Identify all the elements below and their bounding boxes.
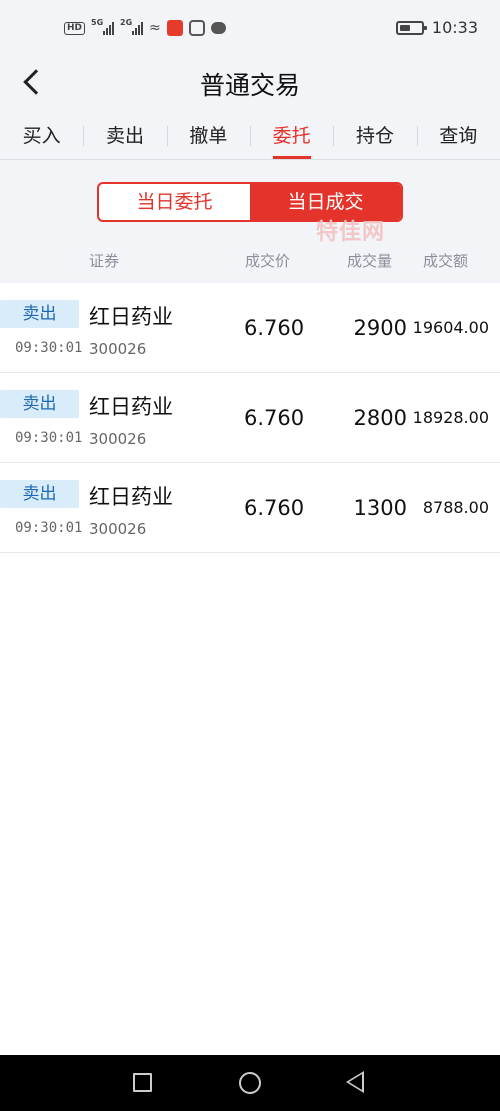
tab-positions[interactable]: 持仓 bbox=[333, 114, 416, 159]
wifi-icon: ≈ bbox=[149, 20, 161, 36]
side-badge: 卖出 bbox=[0, 300, 79, 328]
trade-amount: 19604.00 bbox=[412, 318, 489, 337]
app-notification-icon bbox=[188, 20, 205, 36]
signal-5g-icon: 5G bbox=[91, 18, 115, 35]
status-time: 10:33 bbox=[431, 18, 478, 37]
table-row[interactable]: 卖出 09:30:01 红日药业 300026 6.760 2900 19604… bbox=[0, 283, 500, 373]
table-row[interactable]: 卖出 09:30:01 红日药业 300026 6.760 1300 8788.… bbox=[0, 463, 500, 553]
tab-buy[interactable]: 买入 bbox=[0, 114, 83, 159]
tab-cancel[interactable]: 撤单 bbox=[166, 114, 250, 159]
trade-quantity: 1300 bbox=[353, 496, 407, 520]
status-icons-right: 10:33 bbox=[395, 18, 478, 37]
watermark: 特佳网 bbox=[316, 220, 386, 245]
trade-price: 6.760 bbox=[244, 316, 305, 340]
security-name: 红日药业 bbox=[89, 485, 173, 509]
segment-today-orders[interactable]: 当日委托 bbox=[99, 184, 250, 220]
table-row[interactable]: 卖出 09:30:01 红日药业 300026 6.760 2800 18928… bbox=[0, 373, 500, 463]
status-bar: HD 5G 2G ≈ 10:33 bbox=[0, 14, 500, 48]
column-price: 成交价 bbox=[245, 252, 291, 270]
security-code: 300026 bbox=[89, 430, 147, 448]
stock-app-icon bbox=[166, 20, 183, 36]
signal-2g-icon: 2G bbox=[120, 18, 144, 35]
hd-indicator: HD bbox=[64, 21, 86, 35]
column-quantity: 成交量 bbox=[347, 252, 393, 270]
trade-time: 09:30:01 bbox=[15, 520, 83, 536]
trade-tabs: 买入 卖出 撤单 委托 持仓 查询 bbox=[0, 114, 500, 160]
security-code: 300026 bbox=[89, 340, 147, 358]
trade-quantity: 2800 bbox=[353, 406, 407, 430]
trade-amount: 8788.00 bbox=[422, 498, 489, 517]
trade-price: 6.760 bbox=[244, 406, 305, 430]
security-name: 红日药业 bbox=[89, 395, 173, 419]
tab-sell[interactable]: 卖出 bbox=[83, 114, 166, 159]
triangle-back-icon[interactable] bbox=[346, 1071, 364, 1093]
status-icons-left: HD 5G 2G ≈ bbox=[64, 18, 226, 36]
square-icon[interactable] bbox=[133, 1073, 152, 1092]
security-code: 300026 bbox=[89, 520, 147, 538]
trade-quantity: 2900 bbox=[353, 316, 407, 340]
side-badge: 卖出 bbox=[0, 480, 79, 508]
trade-price: 6.760 bbox=[244, 496, 305, 520]
message-icon bbox=[210, 22, 226, 34]
circle-icon[interactable] bbox=[239, 1072, 261, 1094]
tab-orders[interactable]: 委托 bbox=[249, 114, 333, 159]
system-nav-bar bbox=[0, 1055, 500, 1111]
security-name: 红日药业 bbox=[89, 305, 173, 329]
trade-time: 09:30:01 bbox=[15, 340, 83, 356]
tab-query[interactable]: 查询 bbox=[416, 114, 500, 159]
header: 普通交易 bbox=[0, 58, 500, 108]
column-header: 证券 成交价 成交量 成交额 bbox=[0, 246, 500, 276]
trade-time: 09:30:01 bbox=[15, 430, 83, 446]
trade-amount: 18928.00 bbox=[412, 408, 489, 427]
column-amount: 成交额 bbox=[423, 252, 469, 270]
battery-icon bbox=[395, 20, 427, 35]
column-security: 证券 bbox=[89, 252, 120, 270]
trade-list: 卖出 09:30:01 红日药业 300026 6.760 2900 19604… bbox=[0, 283, 500, 553]
page-title: 普通交易 bbox=[199, 71, 300, 100]
side-badge: 卖出 bbox=[0, 390, 79, 418]
